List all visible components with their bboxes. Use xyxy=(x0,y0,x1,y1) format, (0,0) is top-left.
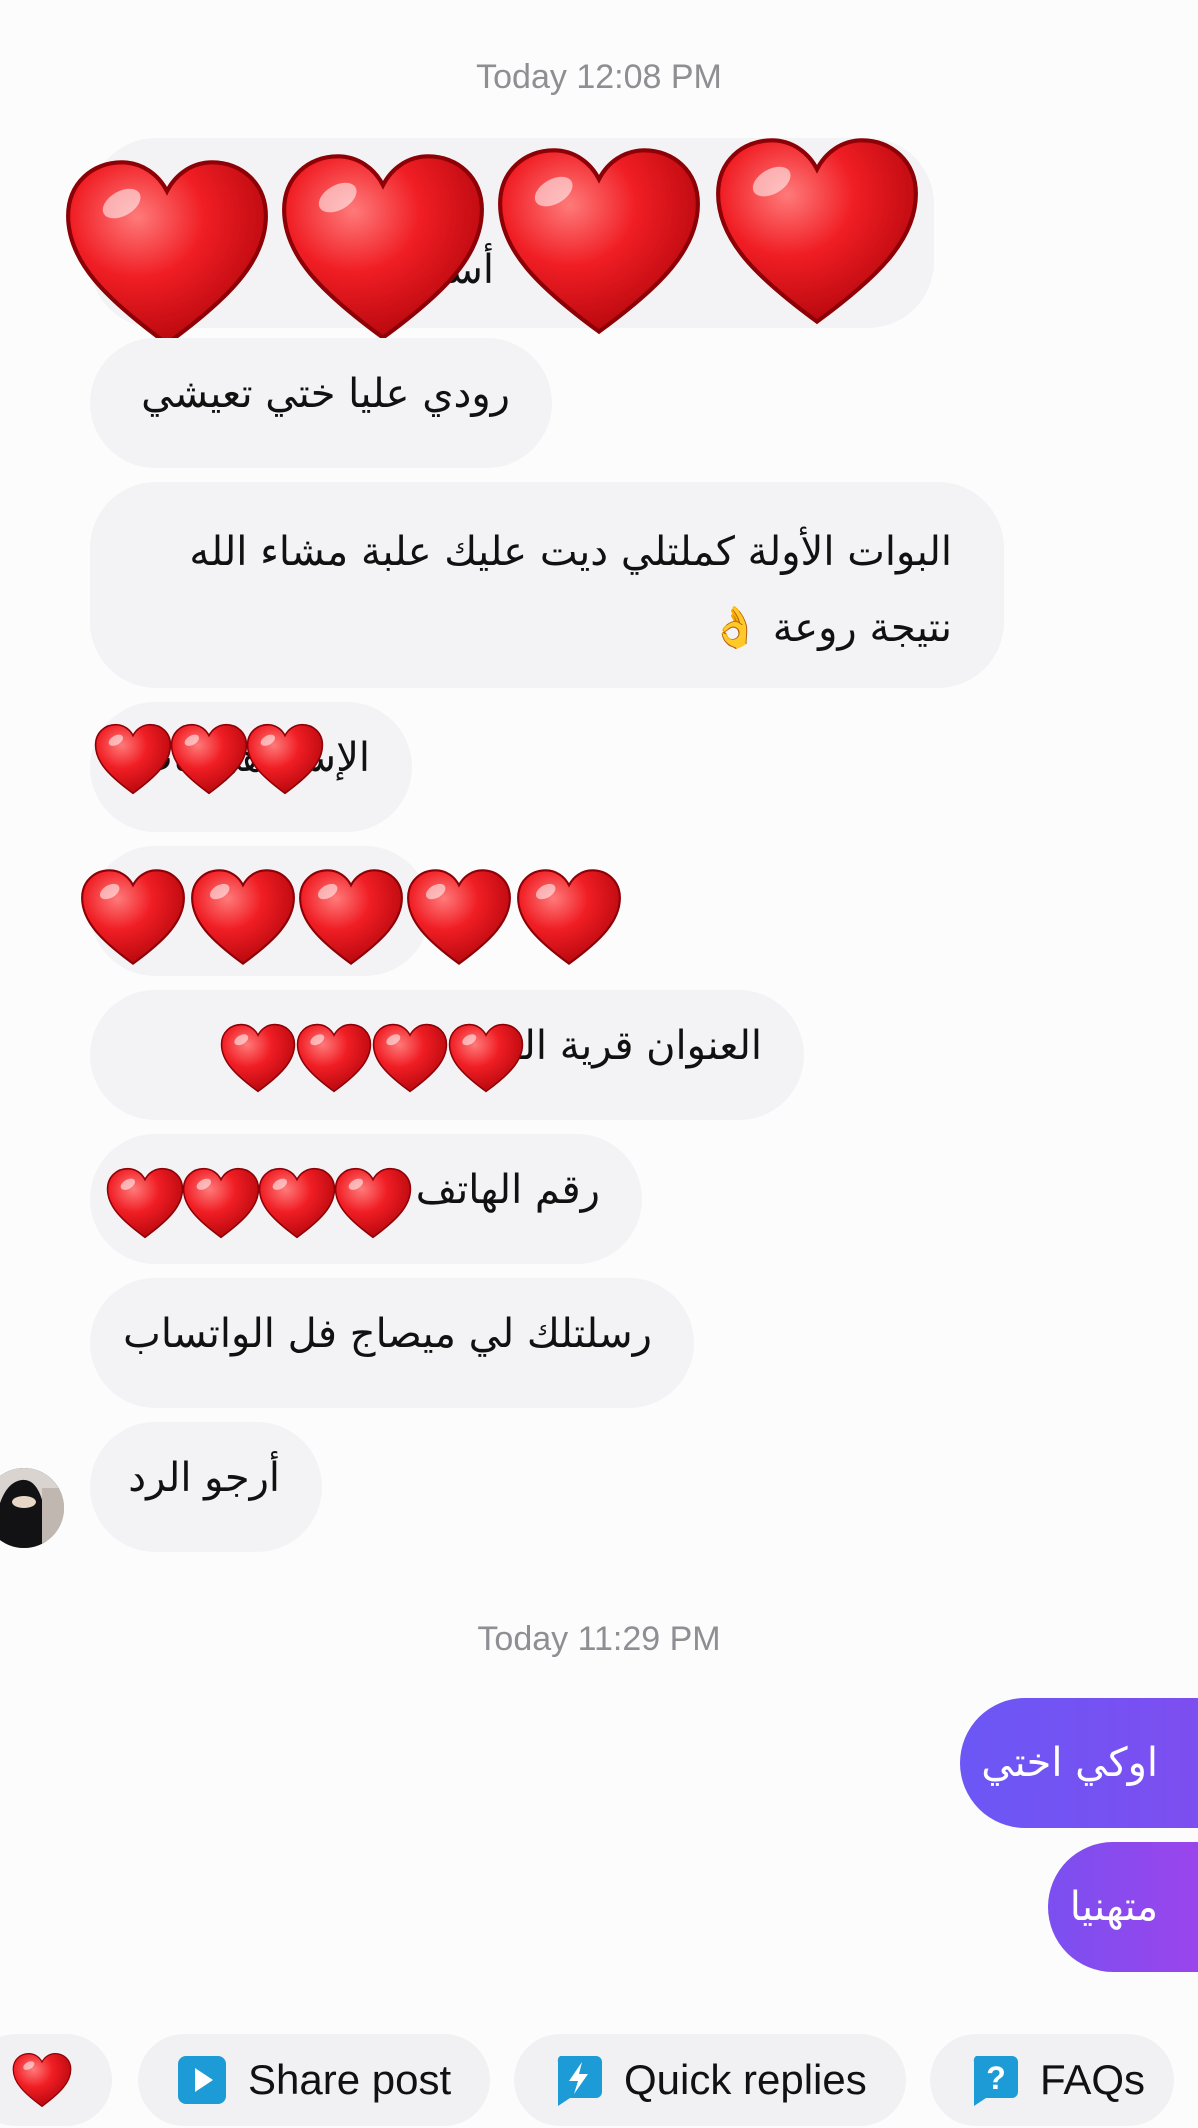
heart-icon xyxy=(64,150,270,356)
heart-icon xyxy=(714,128,920,334)
share-post-button[interactable]: Share post xyxy=(138,2034,490,2126)
message-text: متهنيا xyxy=(1069,1884,1158,1930)
like-button[interactable] xyxy=(0,2034,112,2126)
heart-icon xyxy=(298,866,404,968)
outgoing-message-bubble[interactable]: اوكي اختي xyxy=(960,1698,1198,1828)
heart-icon xyxy=(94,722,172,796)
heart-icon xyxy=(246,722,324,796)
heart-icon xyxy=(334,1166,412,1240)
message-bubble[interactable]: رسلتلك لي ميصاج فل الواتساب xyxy=(90,1278,694,1408)
faqs-button[interactable]: ? FAQs xyxy=(930,2034,1174,2126)
heart-icon xyxy=(106,1166,184,1240)
heart-icon xyxy=(296,1022,372,1094)
heart-icon xyxy=(406,866,512,968)
heart-icon xyxy=(496,138,702,344)
message-text: البوات الأولة كملتلي ديت عليك علبة مشاء … xyxy=(189,529,952,651)
message-text: اوكي اختي xyxy=(981,1740,1158,1786)
message-bubble[interactable]: البوات الأولة كملتلي ديت عليك علبة مشاء … xyxy=(90,482,1004,688)
message-text: أرجو الرد xyxy=(128,1455,280,1501)
heart-icon xyxy=(220,1022,296,1094)
message-bubble[interactable]: رودي عليا ختي تعيشي xyxy=(90,338,552,468)
play-square-icon xyxy=(178,2056,226,2104)
heart-icon xyxy=(80,866,186,968)
lightning-bubble-icon xyxy=(557,2056,602,2106)
faqs-label: FAQs xyxy=(1040,2056,1146,2103)
timestamp: Today 11:29 PM xyxy=(477,1620,721,1658)
svg-text:?: ? xyxy=(986,2060,1006,2096)
question-bubble-icon: ? xyxy=(973,2056,1018,2106)
heart-icon xyxy=(258,1166,336,1240)
heart-icon xyxy=(516,866,622,968)
message-bubble[interactable]: أرجو الرد xyxy=(90,1422,322,1552)
quick-replies-label: Quick replies xyxy=(624,2056,867,2103)
heart-icon xyxy=(12,2052,72,2108)
timestamp: Today 12:08 PM xyxy=(476,58,722,96)
heart-icon xyxy=(448,1022,524,1094)
avatar[interactable] xyxy=(0,1468,64,1548)
heart-icon xyxy=(372,1022,448,1094)
heart-icon xyxy=(170,722,248,796)
message-text: رقم الهاتف xyxy=(415,1167,600,1213)
message-text: رسلتلك لي ميصاج فل الواتساب xyxy=(123,1311,652,1357)
heart-icon xyxy=(182,1166,260,1240)
share-post-label: Share post xyxy=(248,2056,452,2103)
message-text: رودي عليا ختي تعيشي xyxy=(141,371,510,417)
quick-replies-button[interactable]: Quick replies xyxy=(514,2034,906,2126)
heart-icon xyxy=(190,866,296,968)
outgoing-message-bubble[interactable]: متهنيا xyxy=(1048,1842,1198,1972)
heart-icon xyxy=(280,144,486,350)
